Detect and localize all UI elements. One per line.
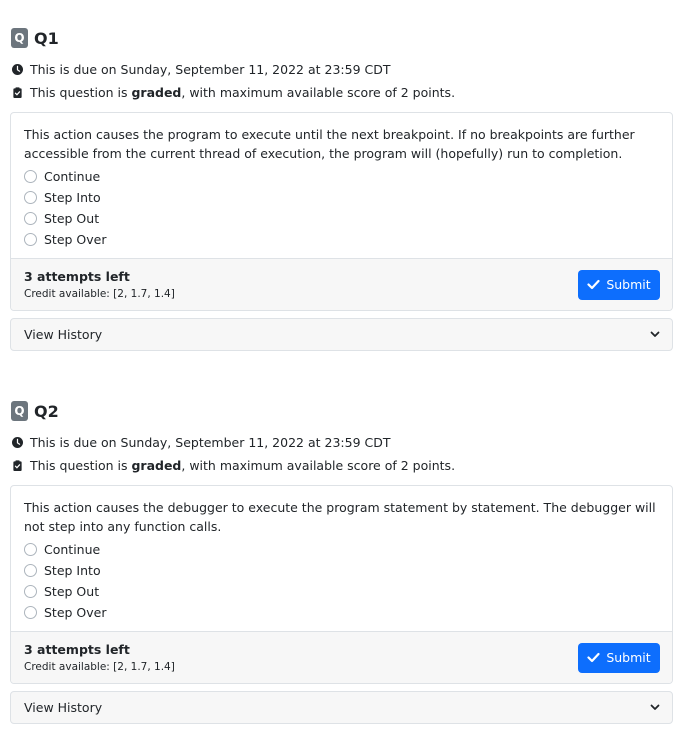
- option-continue[interactable]: Continue: [24, 539, 659, 560]
- question-footer: 3 attempts left Credit available: [2, 1.…: [11, 631, 672, 683]
- credit-available: Credit available: [2, 1.7, 1.4]: [24, 660, 175, 673]
- question-prompt: This action causes the debugger to execu…: [24, 500, 656, 534]
- graded-line: This question is graded, with maximum av…: [12, 83, 673, 101]
- check-icon: [587, 279, 600, 290]
- question-header: Q Q1: [10, 27, 673, 49]
- due-date-text: This is due on Sunday, September 11, 202…: [30, 61, 391, 77]
- question-title: Q1: [34, 28, 59, 48]
- credit-available: Credit available: [2, 1.7, 1.4]: [24, 287, 175, 300]
- option-step-into[interactable]: Step Into: [24, 187, 659, 208]
- view-history-toggle[interactable]: View History: [10, 318, 673, 351]
- question-body: This action causes the debugger to execu…: [11, 486, 672, 631]
- question-prompt: This action causes the program to execut…: [24, 127, 635, 161]
- radio-button[interactable]: [24, 606, 37, 619]
- submit-button[interactable]: Submit: [578, 642, 660, 673]
- question-footer: 3 attempts left Credit available: [2, 1.…: [11, 258, 672, 310]
- option-step-out[interactable]: Step Out: [24, 208, 659, 229]
- clipboard-check-icon: [12, 459, 23, 471]
- radio-button[interactable]: [24, 543, 37, 556]
- graded-text: This question is graded, with maximum av…: [30, 457, 456, 473]
- radio-button[interactable]: [24, 170, 37, 183]
- view-history-toggle[interactable]: View History: [10, 691, 673, 724]
- option-step-into[interactable]: Step Into: [24, 560, 659, 581]
- radio-button[interactable]: [24, 233, 37, 246]
- check-icon: [587, 652, 600, 663]
- radio-button[interactable]: [24, 564, 37, 577]
- radio-button[interactable]: [24, 585, 37, 598]
- question-body: This action causes the program to execut…: [11, 113, 672, 258]
- clipboard-check-icon: [12, 86, 23, 98]
- question-header: Q Q2: [10, 400, 673, 422]
- question-card: This action causes the debugger to execu…: [10, 485, 673, 684]
- question-2: Q Q2 This is due on Sunday, September 11…: [10, 400, 673, 724]
- option-continue[interactable]: Continue: [24, 166, 659, 187]
- graded-line: This question is graded, with maximum av…: [12, 456, 673, 474]
- graded-text: This question is graded, with maximum av…: [30, 84, 456, 100]
- question-1: Q Q1 This is due on Sunday, September 11…: [10, 27, 673, 351]
- option-step-out[interactable]: Step Out: [24, 581, 659, 602]
- radio-button[interactable]: [24, 191, 37, 204]
- option-step-over[interactable]: Step Over: [24, 602, 659, 623]
- question-badge: Q: [11, 28, 28, 48]
- submit-button[interactable]: Submit: [578, 269, 660, 300]
- option-step-over[interactable]: Step Over: [24, 229, 659, 250]
- chevron-down-icon: [650, 704, 660, 711]
- attempts-left: 3 attempts left: [24, 268, 130, 284]
- question-badge: Q: [11, 401, 28, 421]
- due-date-text: This is due on Sunday, September 11, 202…: [30, 434, 391, 450]
- clock-icon: [12, 436, 23, 448]
- due-date-line: This is due on Sunday, September 11, 202…: [12, 433, 673, 451]
- attempts-info: 3 attempts left Credit available: [2, 1.…: [24, 641, 175, 675]
- due-date-line: This is due on Sunday, September 11, 202…: [12, 60, 673, 78]
- view-history-label: View History: [24, 327, 103, 342]
- question-card: This action causes the program to execut…: [10, 112, 673, 311]
- attempts-left: 3 attempts left: [24, 641, 130, 657]
- clock-icon: [12, 63, 23, 75]
- question-title: Q2: [34, 401, 59, 421]
- chevron-down-icon: [650, 331, 660, 338]
- view-history-label: View History: [24, 700, 103, 715]
- radio-button[interactable]: [24, 212, 37, 225]
- attempts-info: 3 attempts left Credit available: [2, 1.…: [24, 268, 175, 302]
